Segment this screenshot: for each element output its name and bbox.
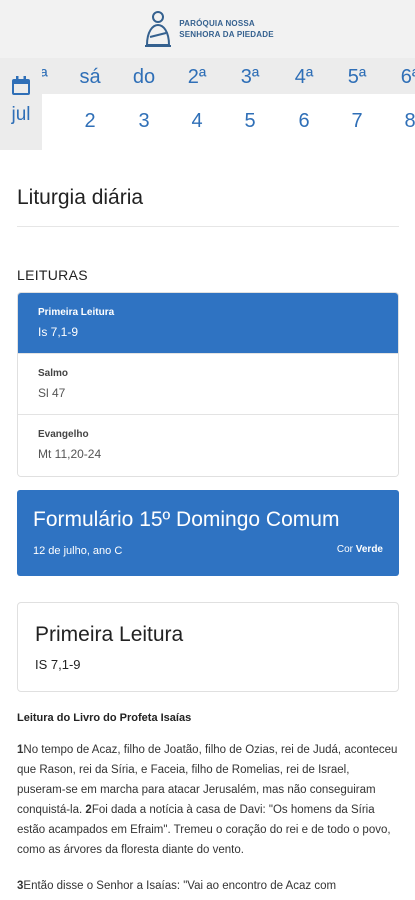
reading-card: Primeira Leitura IS 7,1-9 xyxy=(17,602,399,692)
formulario-date: 12 de julho, ano C xyxy=(33,545,123,557)
verse-text: Então disse o Senhor a Isaías: "Vai ao e… xyxy=(23,880,337,892)
reading-text: 1No tempo de Acaz, filho de Joatão, filh… xyxy=(17,740,399,900)
reading-card-title: Primeira Leitura xyxy=(35,623,184,646)
page-title: Liturgia diária xyxy=(17,186,144,209)
parish-logo[interactable]: PARÓQUIA NOSSA SENHORA DA PIEDADE xyxy=(141,9,274,49)
date-strip: ª sá do 2ª 3ª 4ª 5ª 6ª 2 3 4 5 6 7 8 jul xyxy=(0,58,415,150)
weekday-label: 2ª xyxy=(187,66,207,88)
app-header: PARÓQUIA NOSSA SENHORA DA PIEDADE xyxy=(0,0,415,58)
logo-emblem-icon xyxy=(145,11,172,47)
reading-item-primeira-leitura[interactable]: Primeira Leitura Is 7,1-9 xyxy=(18,293,398,354)
liturgical-color-value: Verde xyxy=(355,544,383,555)
formulario-title: Formulário 15º Domingo Comum xyxy=(33,508,340,531)
reading-paragraph: 3Então disse o Senhor a Isaías: "Vai ao … xyxy=(17,876,399,896)
logo-line-1: PARÓQUIA NOSSA xyxy=(179,19,255,28)
day-button[interactable]: 4 xyxy=(177,110,217,133)
weekday-row: ª sá do 2ª 3ª 4ª 5ª 6ª xyxy=(40,58,415,94)
reading-item-ref: Sl 47 xyxy=(38,386,66,400)
reading-item-ref: Mt 11,20-24 xyxy=(38,447,102,461)
weekday-label: 4ª xyxy=(294,66,314,88)
reading-item-name: Primeira Leitura xyxy=(38,307,115,318)
day-button[interactable]: 8 xyxy=(390,110,415,133)
liturgical-color-label: Cor xyxy=(336,544,353,555)
weekday-label: do xyxy=(132,66,156,88)
reading-paragraph: 1No tempo de Acaz, filho de Joatão, filh… xyxy=(17,740,399,860)
readings-list: Primeira Leitura Is 7,1-9 Salmo Sl 47 Ev… xyxy=(17,292,399,477)
day-button[interactable]: 3 xyxy=(124,110,164,133)
reading-card-ref: IS 7,1-9 xyxy=(35,657,81,672)
weekday-label: 5ª xyxy=(347,66,367,88)
day-button[interactable]: 6 xyxy=(284,110,324,133)
liturgical-color: Cor Verde xyxy=(337,544,383,555)
weekday-label: 6ª xyxy=(400,66,415,88)
day-button[interactable]: 5 xyxy=(230,110,270,133)
book-title: Leitura do Livro do Profeta Isaías xyxy=(17,712,192,724)
weekday-label: sá xyxy=(79,66,101,88)
weekday-label: 3ª xyxy=(240,66,260,88)
formulario-banner: Formulário 15º Domingo Comum 12 de julho… xyxy=(17,490,399,576)
reading-item-ref: Is 7,1-9 xyxy=(38,325,79,339)
reading-item-salmo[interactable]: Salmo Sl 47 xyxy=(18,354,398,415)
reading-item-name: Salmo xyxy=(38,368,69,379)
reading-item-name: Evangelho xyxy=(38,429,89,440)
calendar-icon xyxy=(12,76,30,95)
month-label: jul xyxy=(11,104,31,125)
section-heading-readings: LEITURAS xyxy=(17,267,88,283)
day-button[interactable]: 2 xyxy=(70,110,110,133)
logo-line-2: SENHORA DA PIEDADE xyxy=(179,30,274,39)
month-selector[interactable]: jul xyxy=(0,58,42,150)
logo-text: PARÓQUIA NOSSA SENHORA DA PIEDADE xyxy=(179,18,274,40)
reading-item-evangelho[interactable]: Evangelho Mt 11,20-24 xyxy=(18,415,398,476)
divider xyxy=(17,226,399,227)
day-button[interactable]: 7 xyxy=(337,110,377,133)
